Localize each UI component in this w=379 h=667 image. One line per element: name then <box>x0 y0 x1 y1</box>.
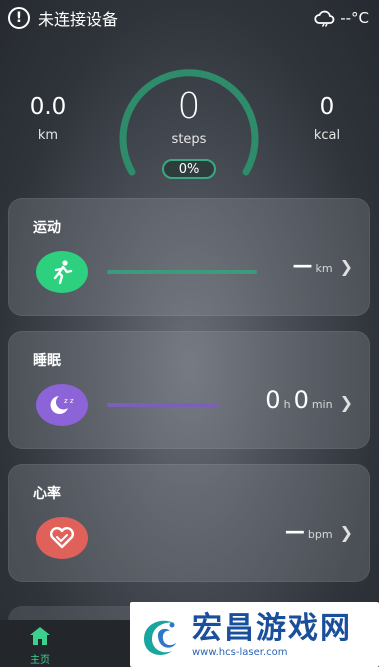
distance-unit: km <box>37 128 59 143</box>
steps-unit: steps <box>171 132 207 147</box>
moon-stars-icon: z z <box>36 384 88 426</box>
sleep-minutes-unit: min <box>311 398 333 411</box>
temperature-text: --°C <box>340 9 369 27</box>
chevron-right-icon: ❯ <box>339 393 353 412</box>
heart-rate-title: 心率 <box>33 486 61 502</box>
watermark-title: 宏昌游戏网 <box>192 610 352 646</box>
exercise-value: — <box>292 253 313 277</box>
watermark-url: www.hcs-laser.com <box>192 646 288 658</box>
exercise-unit: km <box>315 262 333 275</box>
svg-text:z z: z z <box>64 397 74 405</box>
calories-unit: kcal <box>313 128 341 143</box>
distance-value: 0.0 <box>29 94 67 120</box>
sleep-card[interactable]: 睡眠 z z 0 h 0 min ❯ <box>8 331 370 449</box>
heart-rate-value: — <box>284 519 305 543</box>
steps-progress-badge: 0% <box>162 159 216 179</box>
sleep-minutes: 0 <box>293 386 309 414</box>
heart-rate-card[interactable]: 心率 — bpm ❯ <box>8 464 370 582</box>
distance-stat: 0.0 km <box>8 94 88 143</box>
alert-icon: ! <box>8 7 30 29</box>
device-status-text: 未连接设备 <box>38 10 119 29</box>
calories-value: 0 <box>319 94 335 120</box>
weather-widget[interactable]: --°C <box>314 9 369 27</box>
steps-value: 0 <box>177 86 201 127</box>
sleep-readout: 0 h 0 min ❯ <box>265 388 353 418</box>
heart-icon <box>36 517 88 559</box>
nav-home[interactable]: 主页 <box>18 626 62 666</box>
exercise-readout: — km ❯ <box>293 255 354 285</box>
nav-home-label: 主页 <box>30 655 50 666</box>
daily-summary: 0.0 km 0 steps 0% 0 kcal <box>0 64 379 184</box>
exercise-progress-bar <box>107 270 257 274</box>
cloud-icon <box>314 10 335 27</box>
sleep-title: 睡眠 <box>33 353 61 369</box>
chevron-right-icon: ❯ <box>339 257 353 276</box>
exercise-card[interactable]: 运动 — km ❯ <box>8 198 370 316</box>
heart-rate-unit: bpm <box>307 528 333 541</box>
sleep-hours: 0 <box>265 386 281 414</box>
home-icon <box>30 627 50 645</box>
steps-ring[interactable]: 0 steps 0% <box>110 64 268 184</box>
heart-rate-readout: — bpm ❯ <box>285 521 353 551</box>
device-connection-status[interactable]: ! 未连接设备 <box>8 6 118 30</box>
running-person-icon <box>36 251 88 293</box>
dragon-logo-icon <box>144 620 176 655</box>
status-bar: ! 未连接设备 --°C <box>0 0 379 36</box>
sleep-hours-unit: h <box>283 398 291 411</box>
sleep-progress-bar <box>107 403 219 407</box>
chevron-right-icon: ❯ <box>339 523 353 542</box>
watermark-text: 宏昌游戏网 www.hcs-laser.com <box>192 612 352 658</box>
watermark: 宏昌游戏网 www.hcs-laser.com <box>130 602 379 667</box>
calories-stat: 0 kcal <box>287 94 367 143</box>
exercise-title: 运动 <box>33 220 61 236</box>
